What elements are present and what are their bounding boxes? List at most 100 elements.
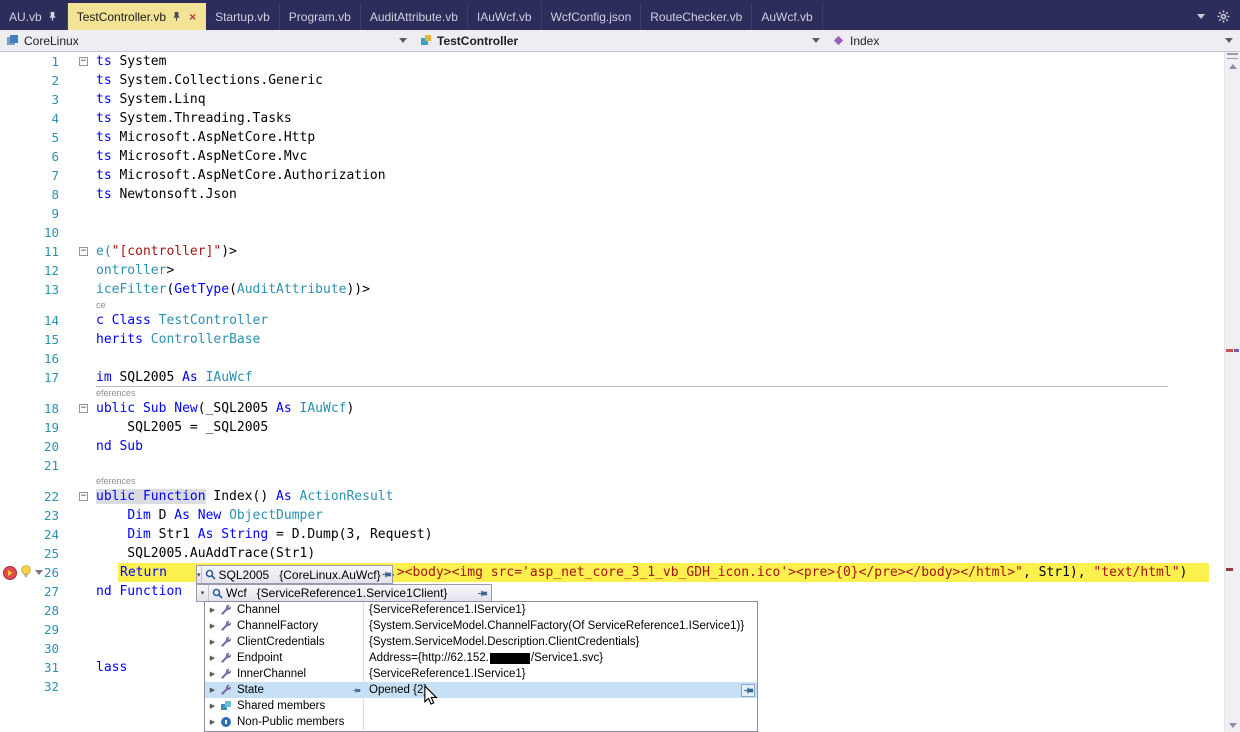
tab-iauwcf-vb[interactable]: IAuWcf.vb <box>468 3 542 30</box>
code-line-14[interactable]: 14 c Class TestController <box>0 311 1224 330</box>
code-text[interactable] <box>96 204 1224 223</box>
member-row-shared-members[interactable]: ▶ Shared members <box>205 698 757 714</box>
breakpoint-gutter[interactable] <box>0 563 20 582</box>
code-line-16[interactable]: 16 <box>0 349 1224 368</box>
code-text[interactable]: nd Sub <box>96 437 1224 456</box>
breakpoint-gutter[interactable] <box>0 582 20 601</box>
code-text[interactable]: ts System.Linq <box>96 90 1224 109</box>
codelens-references[interactable]: eferences <box>0 387 1224 399</box>
code-text[interactable] <box>96 223 1224 242</box>
code-line-25[interactable]: 25 SQL2005.AuAddTrace(Str1) <box>0 544 1224 563</box>
fold-gutter[interactable] <box>66 311 96 330</box>
tab-wcfconfig-json[interactable]: WcfConfig.json <box>542 3 642 30</box>
fold-gutter[interactable]: − <box>66 242 96 261</box>
code-text[interactable]: Dim D As New ObjectDumper <box>96 506 1224 525</box>
scroll-down-arrow[interactable] <box>1229 723 1237 728</box>
editor-split-handle[interactable] <box>1227 53 1238 59</box>
code-line-2[interactable]: 2 ts System.Collections.Generic <box>0 71 1224 90</box>
code-text[interactable]: herits ControllerBase <box>96 330 1224 349</box>
fold-gutter[interactable]: − <box>66 487 96 506</box>
breakpoint-gutter[interactable] <box>0 601 20 620</box>
fold-gutter[interactable] <box>66 544 96 563</box>
fold-collapse-icon[interactable]: − <box>79 404 88 413</box>
code-text[interactable]: iceFilter(GetType(AuditAttribute))> <box>96 280 1224 299</box>
project-dropdown[interactable]: CoreLinux <box>0 30 413 51</box>
member-row-channel[interactable]: ▶ Channel {ServiceReference1.IService1} <box>205 602 757 618</box>
fold-gutter[interactable] <box>66 437 96 456</box>
breakpoint-gutter[interactable] <box>0 506 20 525</box>
code-text[interactable]: ublic Sub New(_SQL2005 As IAuWcf) <box>96 399 1224 418</box>
code-text[interactable]: ts Microsoft.AspNetCore.Http <box>96 128 1224 147</box>
code-text[interactable]: c Class TestController <box>96 311 1224 330</box>
fold-gutter[interactable]: − <box>66 399 96 418</box>
breakpoint-gutter[interactable] <box>0 242 20 261</box>
fold-gutter[interactable] <box>66 185 96 204</box>
code-text[interactable]: ts Newtonsoft.Json <box>96 185 1224 204</box>
code-text[interactable] <box>96 349 1224 368</box>
fold-gutter[interactable] <box>66 456 96 475</box>
fold-gutter[interactable] <box>66 147 96 166</box>
code-line-3[interactable]: 3 ts System.Linq <box>0 90 1224 109</box>
breakpoint-gutter[interactable] <box>0 204 20 223</box>
code-text[interactable]: SQL2005 = _SQL2005 <box>96 418 1224 437</box>
code-line-27[interactable]: 27 nd Function <box>0 582 1224 601</box>
member-row-state[interactable]: ▶ State Opened {2} <box>205 682 757 698</box>
code-line-1[interactable]: 1 − ts System <box>0 52 1224 71</box>
chevron-down-icon[interactable] <box>399 38 407 43</box>
breakpoint-gutter[interactable] <box>0 147 20 166</box>
breakpoint-gutter[interactable] <box>0 456 20 475</box>
codelens-references[interactable]: eferences <box>0 475 1224 487</box>
breakpoint-gutter[interactable] <box>0 368 20 387</box>
code-line-17[interactable]: 17 im SQL2005 As IAuWcf <box>0 368 1224 387</box>
breakpoint-gutter[interactable] <box>0 525 20 544</box>
expander-icon[interactable]: ▶ <box>205 606 220 614</box>
expander-icon[interactable]: ▶ <box>205 670 220 678</box>
tab-program-vb[interactable]: Program.vb <box>280 3 361 30</box>
code-line-7[interactable]: 7 ts Microsoft.AspNetCore.Authorization <box>0 166 1224 185</box>
expander-icon[interactable]: ▾ <box>197 585 209 601</box>
fold-gutter[interactable] <box>66 166 96 185</box>
pin-icon[interactable] <box>477 588 488 599</box>
code-line-23[interactable]: 23 Dim D As New ObjectDumper <box>0 506 1224 525</box>
fold-gutter[interactable] <box>66 563 96 582</box>
code-text[interactable]: SQL2005.AuAddTrace(Str1) <box>96 544 1224 563</box>
fold-gutter[interactable] <box>66 658 96 677</box>
breakpoint-gutter[interactable] <box>0 109 20 128</box>
fold-gutter[interactable] <box>66 90 96 109</box>
close-icon[interactable]: × <box>189 10 196 24</box>
breakpoint-gutter[interactable] <box>0 620 20 639</box>
breakpoint-gutter[interactable] <box>0 544 20 563</box>
fold-gutter[interactable] <box>66 601 96 620</box>
code-text[interactable]: ts System.Threading.Tasks <box>96 109 1224 128</box>
code-line-15[interactable]: 15 herits ControllerBase <box>0 330 1224 349</box>
code-text[interactable]: ontroller> <box>96 261 1224 280</box>
code-line-22[interactable]: 22 − ublic Function Index() As ActionResul… <box>0 487 1224 506</box>
expander-icon[interactable]: ▶ <box>205 718 220 726</box>
fold-gutter[interactable] <box>66 280 96 299</box>
scroll-up-arrow[interactable] <box>1229 64 1237 69</box>
tab-startup-vb[interactable]: Startup.vb <box>206 3 280 30</box>
expander-icon[interactable]: ▶ <box>205 686 220 694</box>
code-line-13[interactable]: 13 iceFilter(GetType(AuditAttribute))> <box>0 280 1224 299</box>
code-text[interactable]: ublic Function Index() As ActionResult <box>96 487 1224 506</box>
member-row-non-public-members[interactable]: ▶ Non-Public members <box>205 714 757 730</box>
fold-gutter[interactable]: − <box>66 52 96 71</box>
expander-icon[interactable]: ▶ <box>205 654 220 662</box>
code-text[interactable]: ts Microsoft.AspNetCore.Mvc <box>96 147 1224 166</box>
breakpoint-gutter[interactable] <box>0 677 20 696</box>
code-line-9[interactable]: 9 <box>0 204 1224 223</box>
breakpoint-gutter[interactable] <box>0 166 20 185</box>
code-line-4[interactable]: 4 ts System.Threading.Tasks <box>0 109 1224 128</box>
magnifier-icon[interactable] <box>212 588 223 599</box>
breakpoint-gutter[interactable] <box>0 349 20 368</box>
type-dropdown[interactable]: TestController <box>413 30 826 51</box>
gear-icon[interactable] <box>1217 10 1230 23</box>
breakpoint-gutter[interactable] <box>0 71 20 90</box>
fold-gutter[interactable] <box>66 223 96 242</box>
code-text[interactable]: Dim Str1 As String = D.Dump(3, Request) <box>96 525 1224 544</box>
breakpoint-gutter[interactable] <box>0 418 20 437</box>
breakpoint-gutter[interactable] <box>0 330 20 349</box>
datatip-root-row[interactable]: ▾ SQL2005 {CoreLinux.AuWcf} <box>196 565 393 584</box>
code-line-6[interactable]: 6 ts Microsoft.AspNetCore.Mvc <box>0 147 1224 166</box>
chevron-down-icon[interactable] <box>1225 38 1233 43</box>
